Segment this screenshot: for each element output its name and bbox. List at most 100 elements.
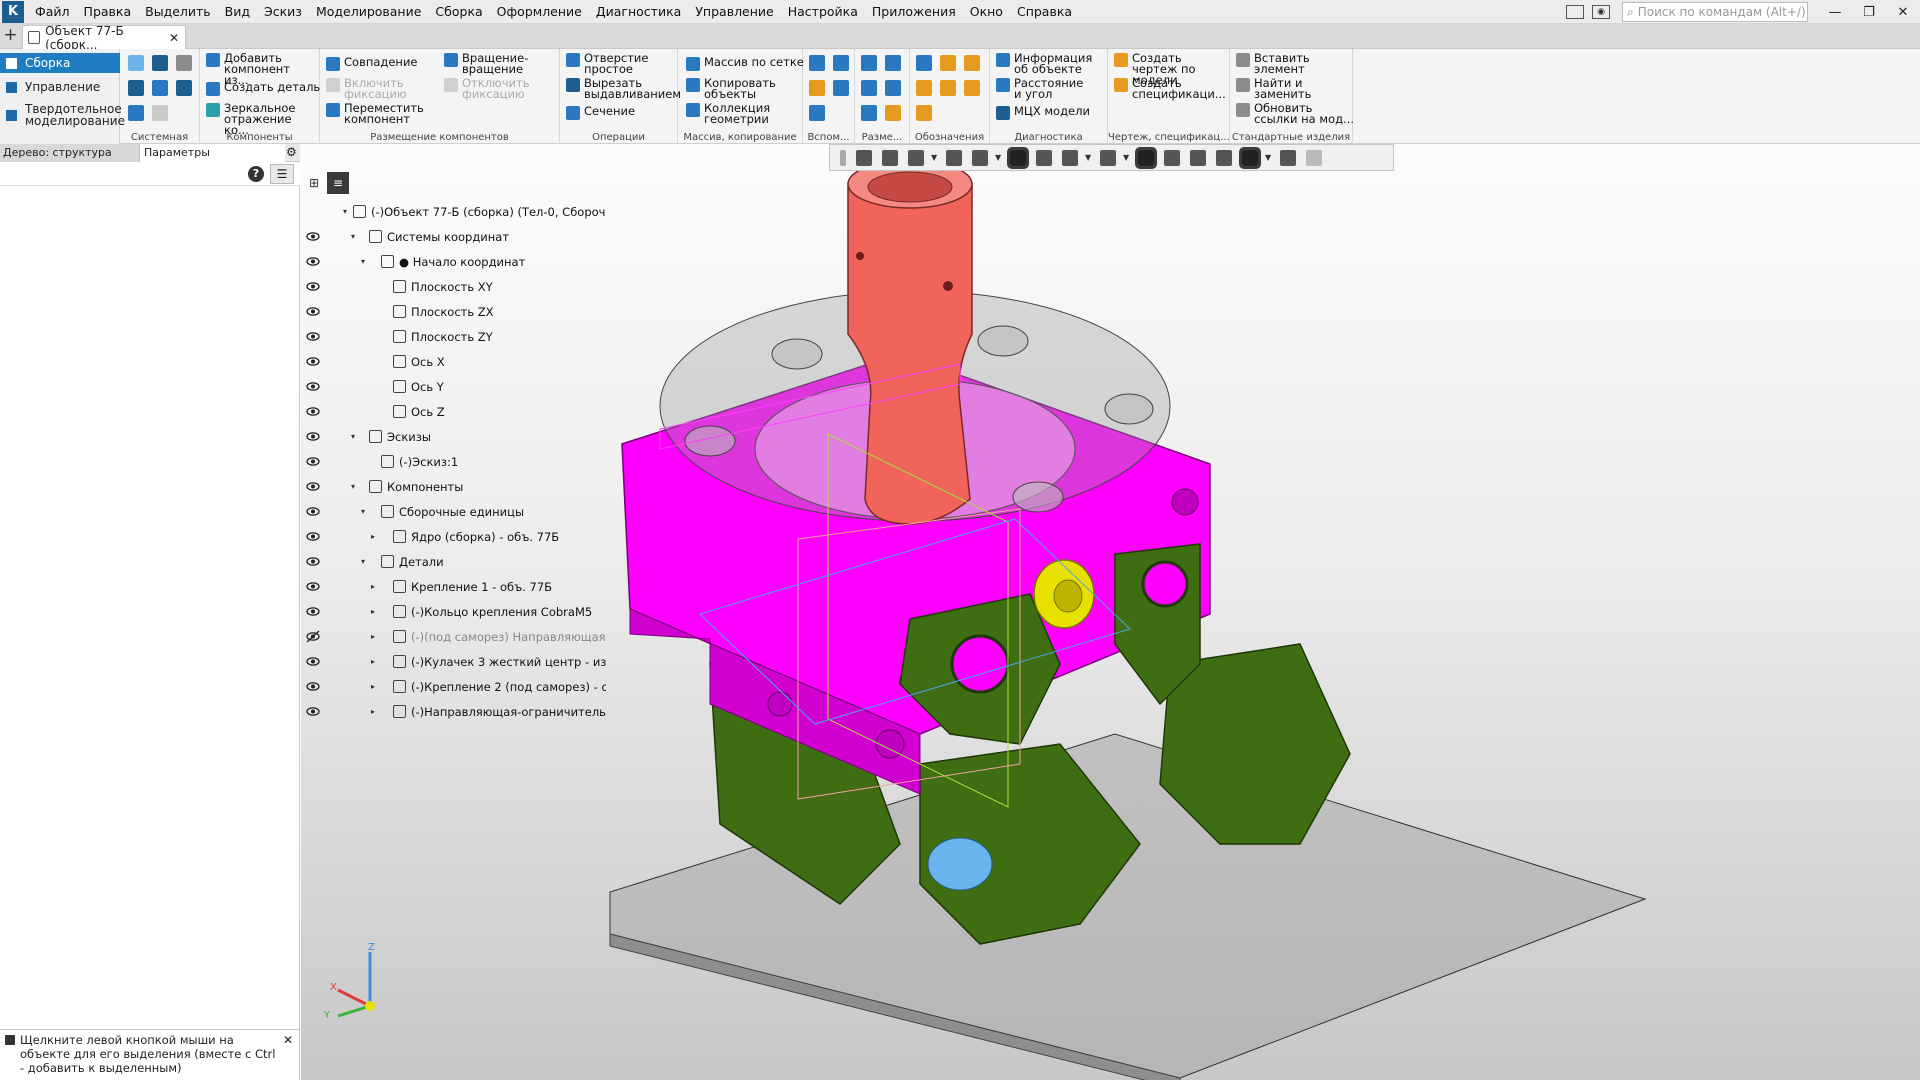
eye-icon[interactable]: [306, 480, 320, 493]
print-icon[interactable]: [128, 80, 144, 96]
section-view-icon[interactable]: [1135, 146, 1157, 169]
menu-modeling[interactable]: Моделирование: [309, 0, 428, 24]
eye-icon[interactable]: [306, 355, 320, 368]
tab-parameters[interactable]: Параметры: [140, 144, 285, 162]
position-icon[interactable]: [964, 80, 980, 96]
dim-radial-icon[interactable]: [885, 55, 901, 71]
expand-arrow-icon[interactable]: ▾: [349, 482, 357, 491]
pan-icon[interactable]: [946, 149, 962, 166]
visibility-dropdown-icon[interactable]: ▼: [1085, 150, 1093, 166]
mode-management[interactable]: Управление: [0, 79, 120, 95]
menu-edit[interactable]: Правка: [77, 0, 139, 24]
expand-arrow-icon[interactable]: ▾: [359, 557, 367, 566]
dim-auto-icon[interactable]: [861, 105, 877, 121]
tree-structure-icon[interactable]: ⊞: [305, 174, 323, 192]
red-shaft[interactable]: [847, 183, 973, 525]
preview-icon[interactable]: [152, 80, 168, 96]
tree-item[interactable]: ▾ Детали: [301, 549, 606, 574]
menu-file[interactable]: Файл: [28, 0, 77, 24]
tree-item[interactable]: ▸ Ядро (сборка) - объ. 77Б: [301, 524, 606, 549]
create-part-button[interactable]: Создать деталь: [206, 81, 320, 96]
expand-arrow-icon[interactable]: ▸: [369, 707, 377, 716]
panel-toggle-icon[interactable]: [1566, 5, 1584, 19]
tolerance-icon[interactable]: [916, 80, 932, 96]
update-links-button[interactable]: Обновить ссылки на мод...: [1236, 102, 1354, 125]
display-dropdown-icon[interactable]: ▼: [1123, 150, 1131, 166]
blue-roller[interactable]: [927, 837, 993, 891]
grid-array-button[interactable]: Массив по сетке: [686, 56, 804, 71]
eye-icon[interactable]: [306, 255, 320, 268]
expand-arrow-icon[interactable]: ▾: [349, 432, 357, 441]
close-window-icon[interactable]: ✕: [1886, 5, 1920, 20]
aux-point-icon[interactable]: [809, 80, 825, 96]
tree-item[interactable]: ▾ Эскизы: [301, 424, 606, 449]
tab-tree-structure[interactable]: Дерево: структура: [0, 144, 140, 162]
undo-icon[interactable]: [128, 105, 144, 121]
menu-select[interactable]: Выделить: [138, 0, 218, 24]
menu-help[interactable]: Справка: [1010, 0, 1079, 24]
dim-angular-icon[interactable]: [861, 80, 877, 96]
expand-arrow-icon[interactable]: ▸: [369, 532, 377, 541]
measure-icon[interactable]: [1280, 149, 1296, 166]
new-file-icon[interactable]: [128, 55, 144, 71]
tree-item[interactable]: Плоскость ZY: [301, 324, 606, 349]
display-mode-icon[interactable]: [1100, 149, 1116, 166]
enable-fix-button[interactable]: Включить фиксацию: [326, 77, 414, 100]
eye-icon[interactable]: [306, 680, 320, 693]
expand-arrow-icon[interactable]: ▾: [359, 257, 367, 266]
menu-view[interactable]: Вид: [218, 0, 257, 24]
extrude-cut-button[interactable]: Вырезать выдавливанием: [566, 77, 681, 100]
restore-icon[interactable]: ❐: [1852, 5, 1886, 20]
distance-angle-button[interactable]: Расстояние и угол: [996, 77, 1094, 100]
coincidence-button[interactable]: Совпадение: [326, 56, 418, 71]
tree-item[interactable]: ▸ (-)Кольцо крепления CobraM5: [301, 599, 606, 624]
eye-icon[interactable]: [306, 655, 320, 668]
eye-icon[interactable]: [306, 230, 320, 243]
section-button[interactable]: Сечение: [566, 105, 635, 120]
command-search-input[interactable]: ⌕ Поиск по командам (Alt+/): [1622, 2, 1808, 22]
tree-item[interactable]: ▾ ● Начало координат: [301, 249, 606, 274]
tree-item[interactable]: ▸ Крепление 1 - объ. 77Б: [301, 574, 606, 599]
redo-icon[interactable]: [152, 105, 168, 121]
eye-icon[interactable]: [306, 705, 320, 718]
save-gray-icon[interactable]: [176, 55, 192, 71]
expand-arrow-icon[interactable]: ▾: [359, 507, 367, 516]
tree-item[interactable]: ▾ Системы координат: [301, 224, 606, 249]
camera-icon[interactable]: ◉: [1592, 5, 1610, 19]
tree-item[interactable]: ▾ (-)Объект 77-Б (сборка) (Тел-0, Сборочн…: [301, 199, 606, 224]
gear-icon[interactable]: ⚙: [286, 145, 299, 159]
eye-icon[interactable]: [306, 605, 320, 618]
find-replace-button[interactable]: Найти и заменить: [1236, 77, 1334, 100]
eye-icon[interactable]: [306, 305, 320, 318]
filter-dropdown-icon[interactable]: ▼: [1265, 150, 1273, 166]
list-view-icon[interactable]: ☰: [270, 164, 294, 184]
help-icon[interactable]: ?: [248, 166, 264, 182]
tree-item[interactable]: Плоскость ZX: [301, 299, 606, 324]
menu-assembly[interactable]: Сборка: [428, 0, 489, 24]
tree-item[interactable]: Ось X: [301, 349, 606, 374]
dim-edit-icon[interactable]: [885, 105, 901, 121]
shaded-edges-icon[interactable]: [1007, 146, 1029, 169]
hide-show-icon[interactable]: [1062, 149, 1078, 166]
layers-icon[interactable]: [1190, 149, 1206, 166]
explode-icon[interactable]: [1216, 149, 1232, 166]
copy-objects-button[interactable]: Копировать объекты: [686, 77, 784, 100]
menu-sketch[interactable]: Эскиз: [257, 0, 309, 24]
document-tab[interactable]: Объект 77-Б (сборк... ✕: [22, 24, 186, 52]
tree-item[interactable]: ▸ (-)(под саморез) Направляющая-огр: [301, 624, 606, 649]
mode-assembly[interactable]: Сборка: [0, 53, 120, 73]
tree-item[interactable]: Ось Y: [301, 374, 606, 399]
eye-icon[interactable]: [306, 405, 320, 418]
close-tab-icon[interactable]: ✕: [169, 31, 179, 45]
tree-item[interactable]: ▸ (-)Направляющая-ограничитель 2 (: [301, 699, 606, 724]
expand-arrow-icon[interactable]: ▸: [369, 582, 377, 591]
expand-arrow-icon[interactable]: ▸: [369, 657, 377, 666]
move-component-button[interactable]: Переместить компонент: [326, 102, 424, 125]
eye-icon[interactable]: [306, 530, 320, 543]
mode-solid[interactable]: Твердотельное моделирование: [0, 101, 125, 129]
tree-item[interactable]: ▾ Сборочные единицы: [301, 499, 606, 524]
open-file-icon[interactable]: [152, 55, 168, 71]
tree-item[interactable]: (-)Эскиз:1: [301, 449, 606, 474]
filter-icon[interactable]: [1239, 146, 1261, 169]
aux-axis-icon[interactable]: [833, 55, 849, 71]
